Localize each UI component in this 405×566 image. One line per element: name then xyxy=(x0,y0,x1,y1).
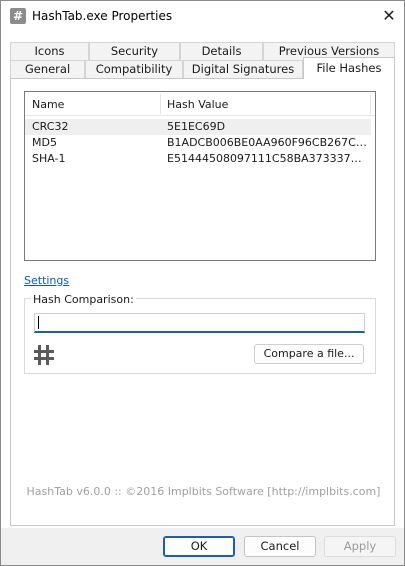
hash-name: SHA-1 xyxy=(32,152,66,165)
apply-button[interactable]: Apply xyxy=(324,536,396,557)
about-text: HashTab v6.0.0 :: ©2016 Implbits Softwar… xyxy=(26,485,381,498)
text-caret xyxy=(38,316,39,329)
hash-comparison-input[interactable] xyxy=(34,313,365,333)
column-header-hash-value[interactable]: Hash Value xyxy=(167,98,228,111)
hash-name: MD5 xyxy=(32,136,57,149)
window-title: HashTab.exe Properties xyxy=(32,9,173,23)
ok-button[interactable]: OK xyxy=(163,536,235,557)
hash-value: 5E1EC69D xyxy=(167,120,226,133)
hash-row-sha1[interactable]: SHA-1 E51444508097111C58BA373337212B... xyxy=(25,151,371,167)
hash-comparison-label: Hash Comparison: xyxy=(31,293,136,306)
hash-list[interactable]: Name Hash Value CRC32 5E1EC69D MD5 B1ADC… xyxy=(24,91,376,261)
tab-security[interactable]: Security xyxy=(89,42,180,60)
hash-name: CRC32 xyxy=(32,120,69,133)
dialog-button-bar: OK Cancel Apply xyxy=(1,528,404,565)
hash-value: E51444508097111C58BA373337212B... xyxy=(167,152,367,165)
column-header-name[interactable]: Name xyxy=(32,98,64,111)
dialog-content: Icons Security Details Previous Versions… xyxy=(1,33,404,528)
properties-window: # HashTab.exe Properties ✕ Icons Securit… xyxy=(0,0,405,566)
column-divider[interactable] xyxy=(370,94,371,114)
tab-details[interactable]: Details xyxy=(180,42,263,60)
hash-value: B1ADCB006BE0AA960F96CB267C212... xyxy=(167,136,367,149)
tab-digital-signatures[interactable]: Digital Signatures xyxy=(183,60,303,78)
close-icon: ✕ xyxy=(382,6,396,25)
file-hashes-panel: Name Hash Value CRC32 5E1EC69D MD5 B1ADC… xyxy=(10,78,395,526)
compare-file-button[interactable]: Compare a file... xyxy=(254,344,364,364)
hash-list-header: Name Hash Value xyxy=(25,92,375,116)
tab-general[interactable]: General xyxy=(10,60,85,78)
tab-icons[interactable]: Icons xyxy=(10,42,89,60)
settings-link[interactable]: Settings xyxy=(24,274,69,287)
cancel-button[interactable]: Cancel xyxy=(244,536,316,557)
hash-row-md5[interactable]: MD5 B1ADCB006BE0AA960F96CB267C212... xyxy=(25,135,371,151)
hash-comparison-group: Hash Comparison: Compare a file... xyxy=(24,293,376,374)
tab-compatibility[interactable]: Compatibility xyxy=(85,60,183,78)
title-bar[interactable]: # HashTab.exe Properties ✕ xyxy=(1,1,404,33)
hash-row-crc32[interactable]: CRC32 5E1EC69D xyxy=(25,119,371,135)
close-button[interactable]: ✕ xyxy=(374,3,404,29)
column-divider[interactable] xyxy=(160,94,161,114)
hash-app-icon: # xyxy=(10,8,26,24)
hash-match-icon xyxy=(34,345,54,365)
tab-file-hashes[interactable]: File Hashes xyxy=(303,57,395,79)
